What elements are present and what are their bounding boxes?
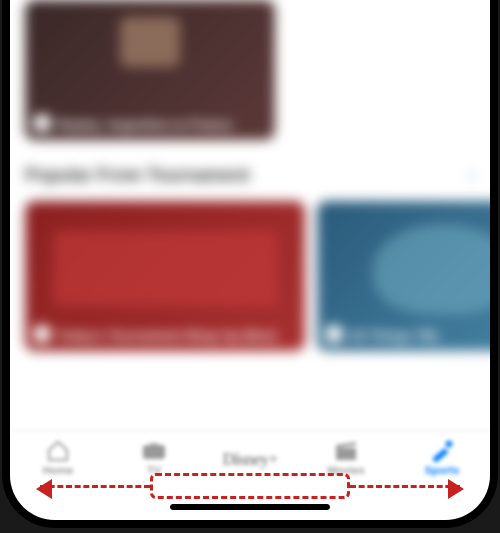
featured-card[interactable]: Replay: Argentina vs France (25, 0, 275, 140)
cricket-icon (428, 439, 456, 463)
section-title: Popular From Tournament (25, 165, 250, 186)
tab-label: Home (43, 465, 74, 477)
tab-label: Movies (327, 465, 364, 477)
tab-sports[interactable]: Sports (402, 439, 482, 477)
tab-label: Sports (425, 465, 460, 477)
content-card[interactable]: Today's Tournament Wrap Up (Nov) (25, 201, 305, 351)
play-icon (33, 114, 51, 132)
home-icon (44, 439, 72, 463)
tab-movies[interactable]: Movies (306, 439, 386, 477)
scrollable-content[interactable]: Replay: Argentina vs France Popular From… (10, 0, 490, 351)
tab-tv[interactable]: TV (114, 439, 194, 477)
clapperboard-icon (332, 439, 360, 463)
content-card[interactable]: All Things TBL (317, 201, 490, 351)
tab-label: TV (147, 465, 161, 477)
tab-disney[interactable]: Disney+ (210, 439, 290, 470)
phone-frame: Replay: Argentina vs France Popular From… (10, 0, 490, 520)
home-indicator[interactable] (170, 504, 330, 510)
card-caption: All Things TBL (349, 328, 441, 343)
play-icon (325, 325, 343, 343)
chevron-right-icon[interactable]: › (469, 165, 475, 186)
card-caption: Today's Tournament Wrap Up (Nov) (57, 328, 276, 343)
tv-icon (140, 439, 168, 463)
tab-home[interactable]: Home (18, 439, 98, 477)
section-header: Popular From Tournament › (25, 165, 475, 186)
featured-caption: Replay: Argentina vs France (57, 117, 232, 132)
disney-logo-icon: Disney+ (222, 439, 277, 470)
card-row[interactable]: Today's Tournament Wrap Up (Nov) All Thi… (25, 201, 475, 351)
play-icon (33, 325, 51, 343)
